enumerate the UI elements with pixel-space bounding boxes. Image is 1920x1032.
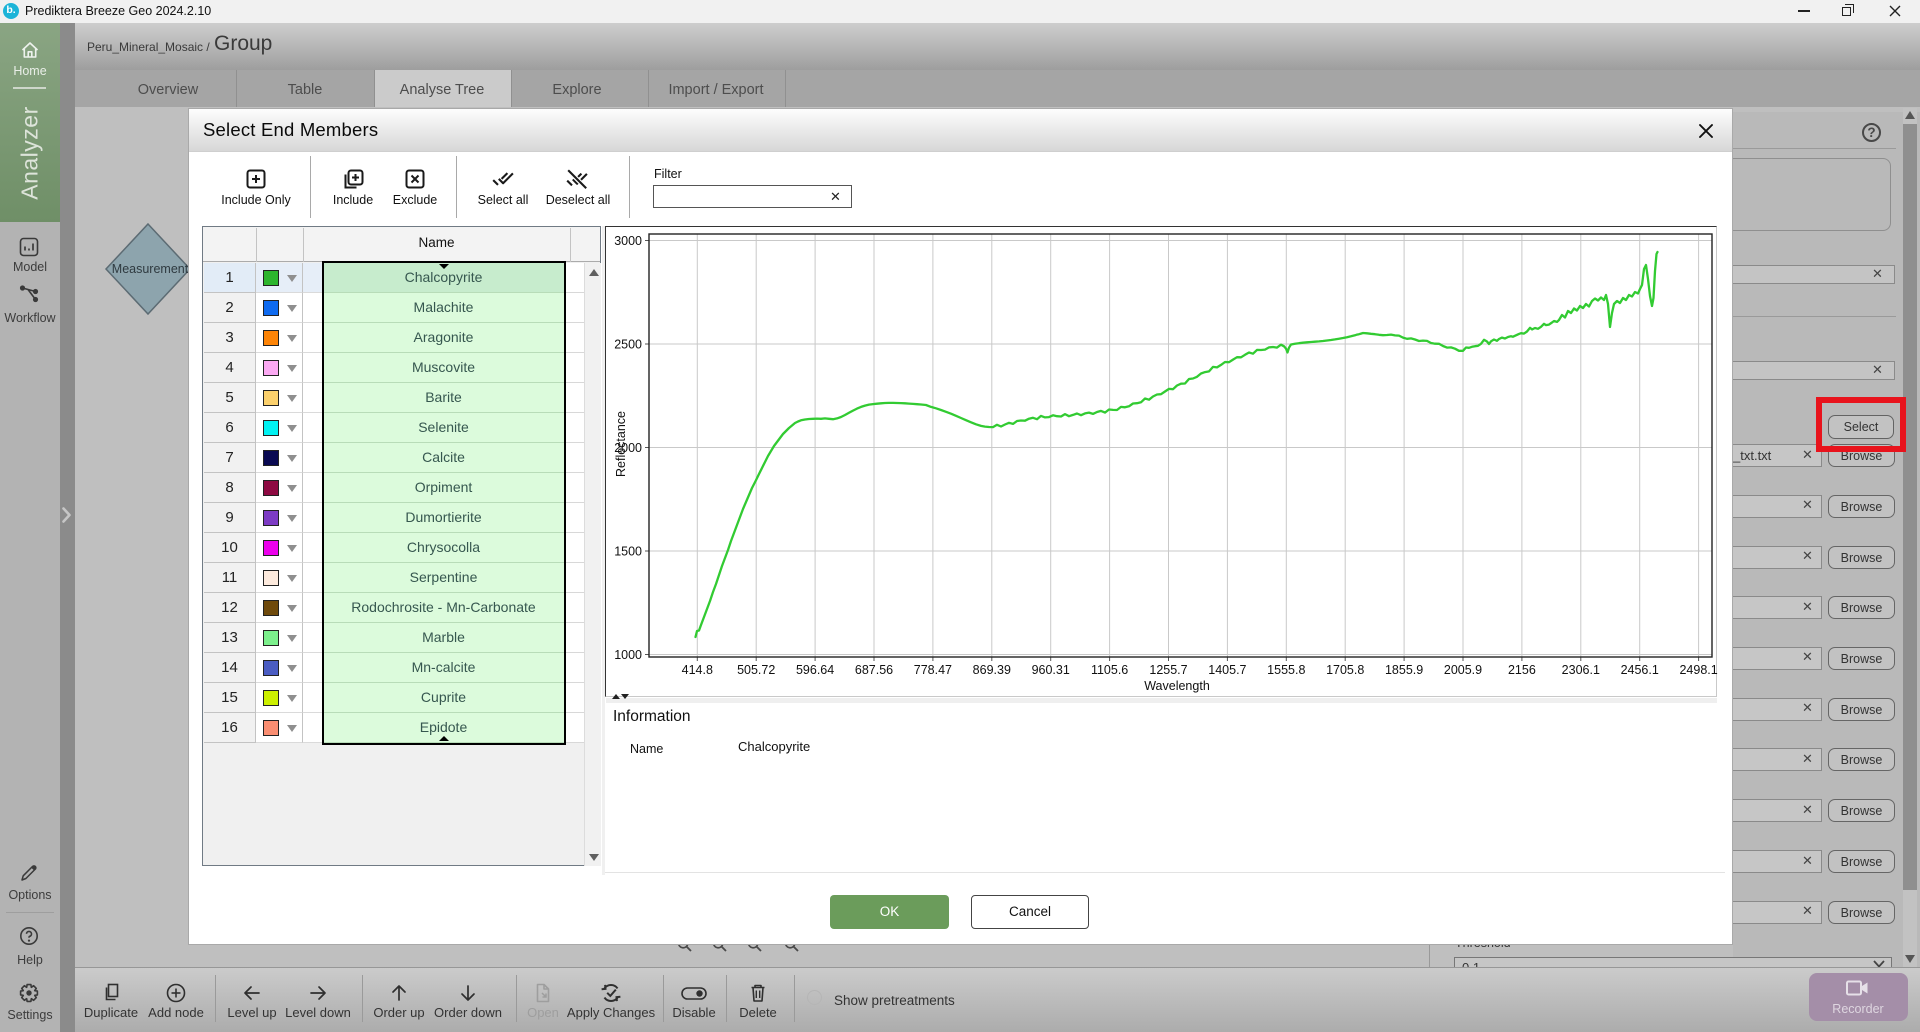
svg-text:1000: 1000 xyxy=(614,648,642,662)
svg-text:2306.1: 2306.1 xyxy=(1562,663,1600,677)
svg-text:869.39: 869.39 xyxy=(973,663,1011,677)
svg-text:1255.7: 1255.7 xyxy=(1149,663,1187,677)
svg-text:596.64: 596.64 xyxy=(796,663,834,677)
svg-text:960.31: 960.31 xyxy=(1032,663,1070,677)
svg-text:Reflectance: Reflectance xyxy=(614,411,628,477)
svg-text:2498.1: 2498.1 xyxy=(1679,663,1717,677)
svg-text:1500: 1500 xyxy=(614,545,642,559)
svg-text:687.56: 687.56 xyxy=(855,663,893,677)
svg-text:2005.9: 2005.9 xyxy=(1444,663,1482,677)
svg-text:505.72: 505.72 xyxy=(737,663,775,677)
svg-text:2156: 2156 xyxy=(1508,663,1536,677)
svg-text:1405.7: 1405.7 xyxy=(1208,663,1246,677)
svg-text:1555.8: 1555.8 xyxy=(1267,663,1305,677)
svg-text:3000: 3000 xyxy=(614,234,642,248)
svg-text:1855.9: 1855.9 xyxy=(1385,663,1423,677)
svg-text:2456.1: 2456.1 xyxy=(1621,663,1659,677)
svg-text:414.8: 414.8 xyxy=(682,663,713,677)
svg-text:1705.8: 1705.8 xyxy=(1326,663,1364,677)
svg-text:1105.6: 1105.6 xyxy=(1091,663,1128,677)
svg-text:2500: 2500 xyxy=(614,338,642,352)
svg-text:778.47: 778.47 xyxy=(914,663,952,677)
svg-text:Measurement: Measurement xyxy=(112,262,189,276)
svg-text:Wavelength: Wavelength xyxy=(1144,679,1210,693)
